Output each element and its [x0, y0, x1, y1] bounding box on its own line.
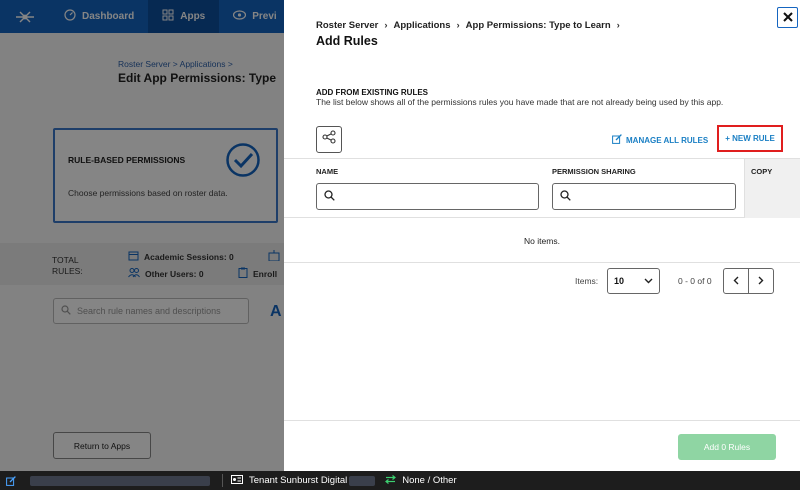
redacted-tenant-suffix — [349, 475, 376, 486]
column-header-name[interactable]: NAME — [316, 167, 338, 176]
search-icon — [324, 188, 335, 206]
pagination: Items: 10 0 - 0 of 0 — [284, 268, 800, 294]
tenant-info[interactable]: Tenant Sunburst Digital — [231, 474, 348, 487]
items-per-page-value: 10 — [614, 276, 625, 286]
next-page-button[interactable] — [748, 268, 774, 294]
section-description: The list below shows all of the permissi… — [316, 97, 724, 107]
section-title: ADD FROM EXISTING RULES — [316, 88, 429, 97]
share-icon — [322, 130, 336, 149]
pagination-range: 0 - 0 of 0 — [678, 276, 712, 286]
items-per-page-label: Items: — [575, 276, 599, 286]
new-rule-label: + NEW RULE — [725, 134, 775, 143]
close-icon — [782, 9, 793, 27]
add-rules-button[interactable]: Add 0 Rules — [678, 434, 776, 460]
name-filter-field[interactable] — [340, 191, 538, 202]
chevron-right-icon: › — [456, 20, 460, 31]
column-header-copy: COPY — [751, 167, 773, 176]
add-rules-panel: Roster Server › Applications › App Permi… — [284, 0, 800, 471]
search-icon — [560, 188, 571, 206]
previous-page-button[interactable] — [723, 268, 749, 294]
edit-icon[interactable] — [0, 475, 22, 486]
breadcrumb-roster-server[interactable]: Roster Server — [316, 20, 378, 31]
chevron-down-icon — [644, 276, 653, 286]
swap-arrows-icon — [385, 474, 397, 487]
permission-sharing-filter-input[interactable] — [552, 183, 736, 210]
items-per-page-select[interactable]: 10 — [607, 268, 660, 294]
panel-title: Add Rules — [316, 34, 378, 48]
tenant-name: Tenant Sunburst Digital — [249, 475, 348, 486]
chevron-left-icon — [733, 276, 739, 287]
status-bar: Tenant Sunburst Digital None / Other — [0, 471, 800, 490]
panel-footer: Add 0 Rules — [284, 420, 800, 471]
permission-sharing-filter-field[interactable] — [576, 191, 735, 202]
role-label: None / Other — [402, 475, 457, 486]
empty-table-message: No items. — [284, 219, 800, 263]
new-rule-button[interactable]: + NEW RULE — [717, 125, 783, 152]
role-switcher[interactable]: None / Other — [385, 474, 457, 487]
chevron-right-icon — [758, 276, 764, 287]
chevron-right-icon: › — [616, 20, 620, 31]
copy-column: COPY — [744, 159, 800, 218]
status-divider — [222, 474, 223, 487]
edit-icon — [612, 134, 622, 146]
redacted-user-info — [30, 475, 210, 486]
manage-all-rules-link[interactable]: MANAGE ALL RULES — [612, 134, 708, 146]
breadcrumb-applications[interactable]: Applications — [393, 20, 450, 31]
share-button[interactable] — [316, 126, 342, 153]
id-card-icon — [231, 474, 243, 487]
name-filter-input[interactable] — [316, 183, 539, 210]
chevron-right-icon: › — [384, 20, 388, 31]
panel-breadcrumb: Roster Server › Applications › App Permi… — [316, 20, 620, 31]
column-header-permission-sharing[interactable]: PERMISSION SHARING — [552, 167, 636, 176]
close-panel-button[interactable] — [777, 7, 798, 28]
manage-all-rules-label: MANAGE ALL RULES — [626, 135, 709, 145]
breadcrumb-app-permissions[interactable]: App Permissions: Type to Learn — [466, 20, 611, 31]
rules-table-header: NAME PERMISSION SHARING COPY — [284, 158, 800, 218]
